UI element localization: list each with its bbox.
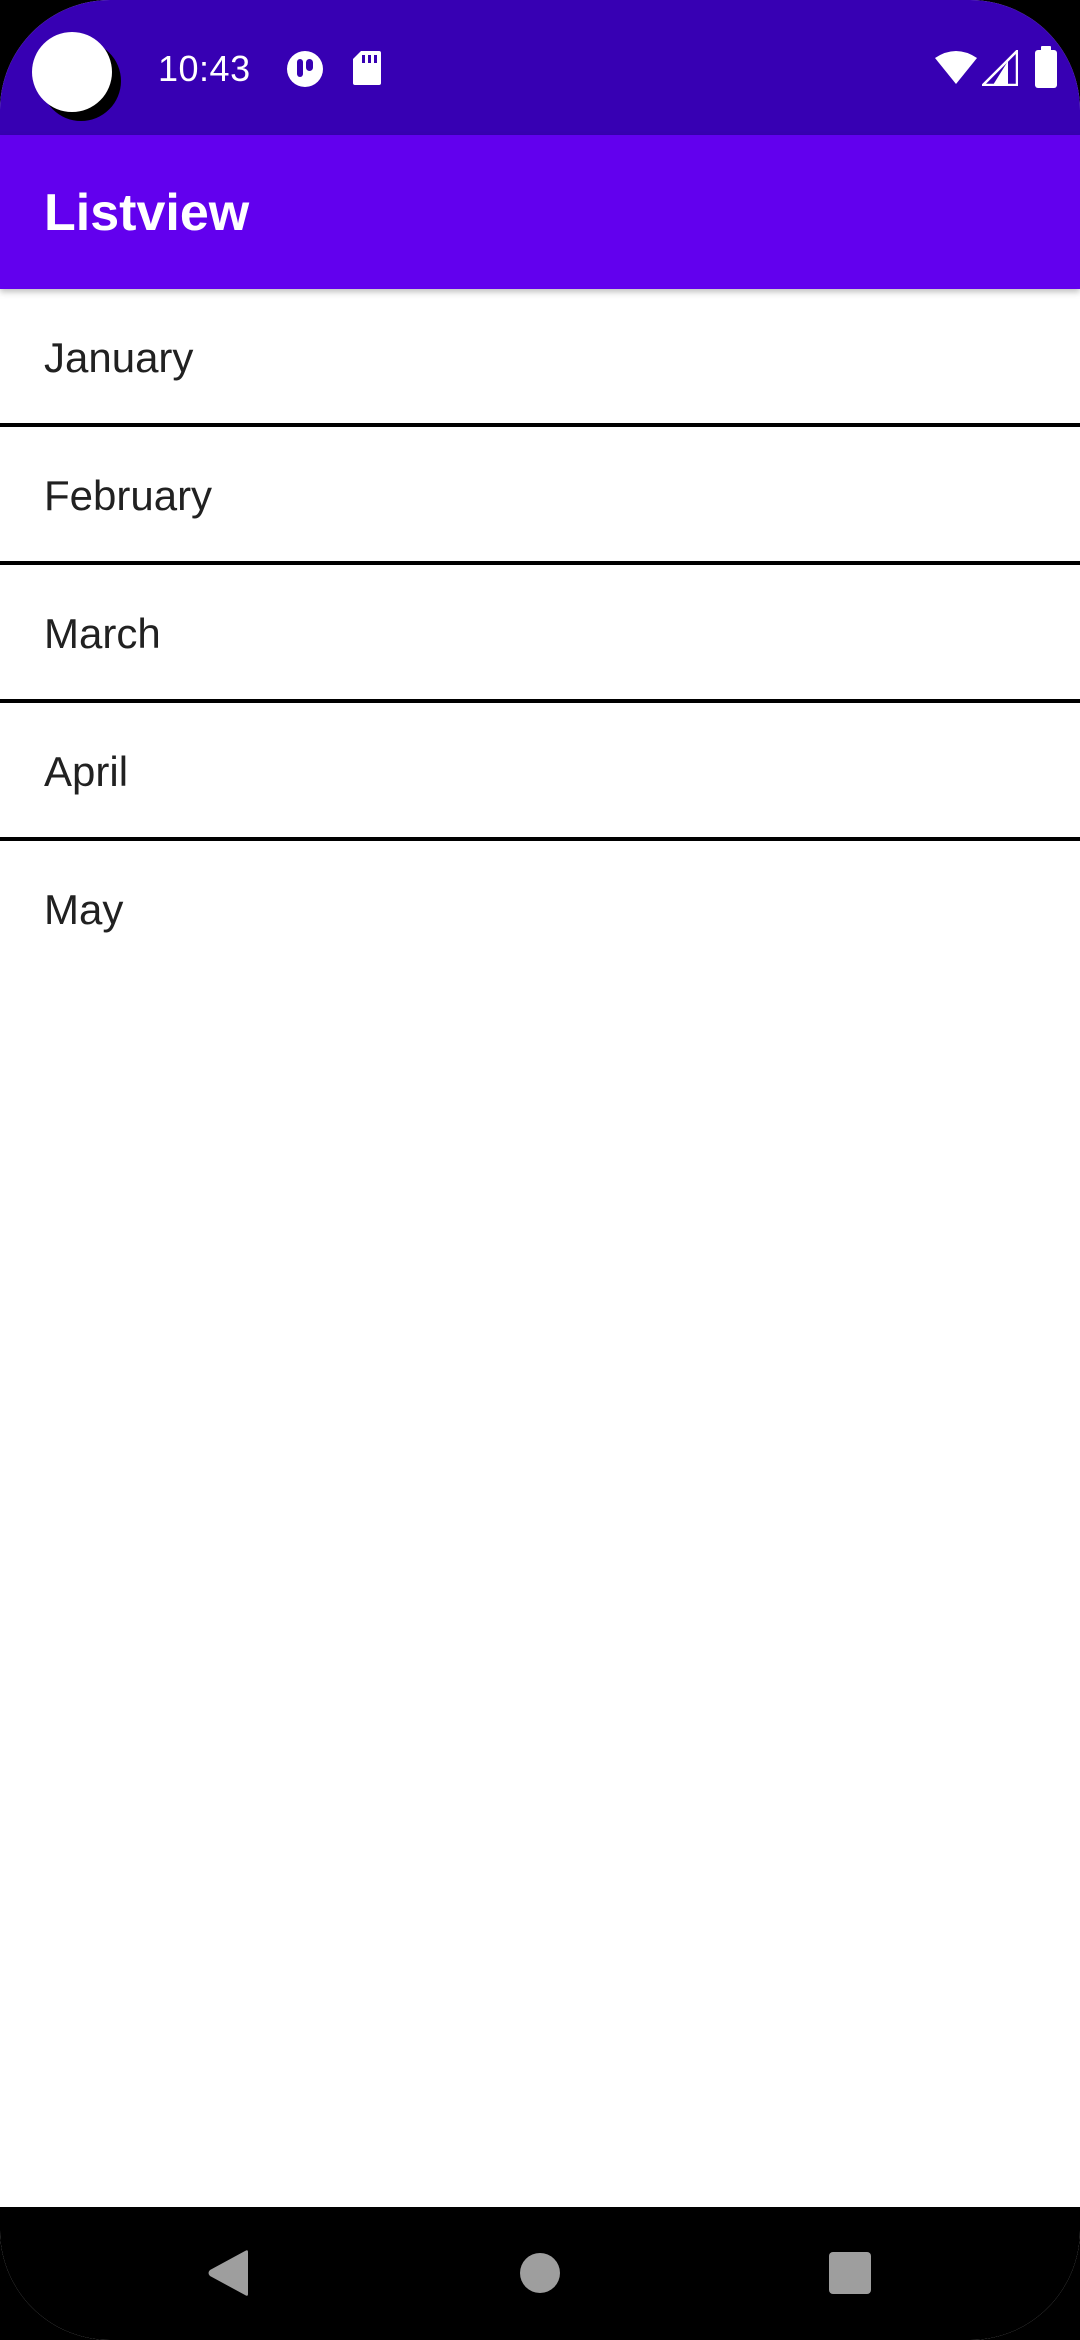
navigation-bar: [0, 2207, 1080, 2340]
app-title: Listview: [44, 184, 250, 242]
recents-icon: [828, 2251, 872, 2300]
list-item-label: March: [44, 610, 161, 657]
back-button[interactable]: [196, 2247, 260, 2303]
list-item-february[interactable]: February: [0, 427, 1080, 565]
home-button[interactable]: [508, 2247, 572, 2303]
device-screen: 10:43 Listview January February March Ap…: [0, 0, 1080, 2340]
back-icon: [206, 2249, 250, 2302]
status-time: 10:43: [158, 48, 251, 89]
list-item-may[interactable]: May: [0, 841, 1080, 975]
status-bar: 10:43: [0, 0, 1080, 135]
list-item-label: April: [44, 748, 129, 795]
list-item-label: May: [44, 886, 124, 933]
month-list: January February March April May: [0, 289, 1080, 975]
cellular-signal-icon: [979, 47, 1019, 91]
list-item-january[interactable]: January: [0, 289, 1080, 427]
list-item-april[interactable]: April: [0, 703, 1080, 841]
home-icon: [519, 2252, 561, 2299]
wifi-icon: [934, 50, 978, 91]
moon-face-icon: [286, 50, 324, 93]
front-camera: [32, 32, 112, 112]
list-item-march[interactable]: March: [0, 565, 1080, 703]
app-bar: Listview: [0, 135, 1080, 289]
recents-button[interactable]: [818, 2247, 882, 2303]
list-item-label: February: [44, 472, 213, 519]
list-item-label: January: [44, 334, 194, 381]
battery-icon: [1034, 46, 1058, 93]
sd-card-icon: [352, 50, 382, 91]
